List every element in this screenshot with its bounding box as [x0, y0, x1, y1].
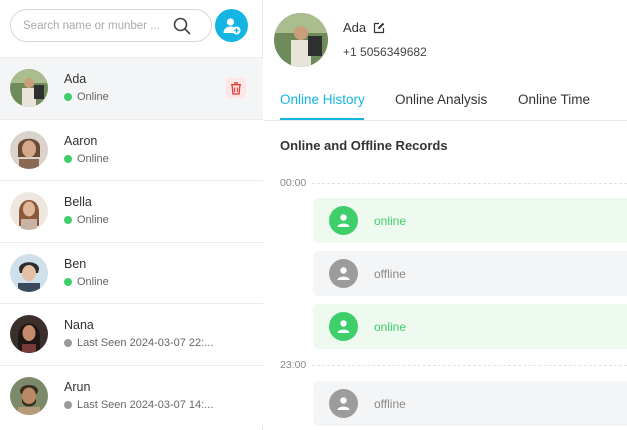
record-item: offline	[313, 381, 627, 426]
offline-dot-icon	[64, 339, 72, 347]
add-contact-button[interactable]	[215, 9, 248, 42]
status-text: Online	[77, 275, 109, 288]
contact-status: Online	[64, 91, 109, 103]
contact-item-aaron[interactable]: Aaron Online	[0, 118, 263, 180]
record-label: online	[374, 213, 407, 228]
status-text: Last Seen 2024-03-07 22:...	[77, 337, 214, 349]
section-title: Online and Offline Records	[280, 138, 448, 153]
contact-item-nana[interactable]: Nana Last Seen 2024-03-07 22:...	[0, 303, 263, 365]
online-dot-icon	[64, 154, 72, 163]
offline-dot-icon	[64, 400, 72, 409]
contact-name: Nana	[64, 318, 94, 332]
contact-name: Ada	[64, 72, 87, 86]
avatar	[10, 69, 48, 107]
trash-icon	[231, 82, 241, 95]
contact-item-bella[interactable]: Bella Online	[0, 180, 263, 242]
delete-button[interactable]	[226, 78, 246, 98]
user-status-icon	[329, 312, 358, 341]
search-box	[10, 9, 212, 42]
status-text: Online	[77, 91, 109, 103]
detail-panel: Ada +1 5056349682 Online History Online …	[264, 0, 627, 430]
online-dot-icon	[64, 277, 72, 286]
add-user-icon	[223, 17, 240, 34]
contact-status: Online	[64, 214, 109, 226]
user-status-icon	[329, 206, 358, 235]
online-dot-icon	[64, 93, 72, 101]
time-divider	[312, 183, 627, 184]
record-label: offline	[374, 396, 406, 411]
contact-status: Last Seen 2024-03-07 22:...	[64, 337, 213, 349]
tab-bar: Online History Online Analysis Online Ti…	[264, 86, 627, 121]
tab-online-time[interactable]: Online Time	[518, 92, 590, 107]
online-dot-icon	[64, 216, 72, 224]
record-item: offline	[313, 251, 627, 296]
avatar	[10, 130, 48, 169]
contact-status: Last Seen 2024-03-07 14:...	[64, 399, 213, 411]
contacts-panel: Ada Online	[0, 0, 263, 430]
avatar	[10, 315, 48, 353]
time-label: 23:00	[280, 359, 307, 371]
contact-item-ada[interactable]: Ada Online	[0, 57, 263, 119]
status-text: Last Seen 2024-03-07 14:...	[77, 398, 214, 411]
active-tab-indicator	[280, 118, 364, 120]
status-text: Online	[77, 152, 109, 165]
contact-name: Bella	[64, 195, 92, 209]
contact-list: Ada Online Aaron Online Bella Online Ben…	[0, 57, 263, 426]
record-item: online	[313, 198, 627, 243]
contact-name: Ben	[64, 256, 87, 271]
contact-status: Online	[64, 153, 109, 165]
user-status-icon	[329, 389, 358, 418]
status-text: Online	[77, 214, 109, 226]
profile-name: Ada	[343, 20, 385, 35]
time-divider	[312, 365, 627, 366]
profile-name-text: Ada	[343, 20, 367, 35]
profile-phone: +1 5056349682	[343, 45, 427, 59]
avatar	[10, 376, 48, 415]
contact-name: Aaron	[64, 133, 98, 148]
contact-item-arun[interactable]: Arun Last Seen 2024-03-07 14:...	[0, 364, 263, 426]
tab-online-analysis[interactable]: Online Analysis	[395, 92, 487, 107]
contact-status: Online	[64, 276, 109, 288]
record-item: online	[313, 304, 627, 349]
record-label: online	[374, 319, 407, 334]
profile-avatar	[274, 13, 328, 67]
avatar	[10, 192, 48, 230]
user-status-icon	[329, 259, 358, 288]
search-input[interactable]	[23, 10, 173, 41]
time-label: 00:00	[280, 177, 307, 189]
record-label: offline	[374, 266, 406, 281]
contact-name: Arun	[64, 379, 91, 394]
tab-online-history[interactable]: Online History	[280, 92, 365, 107]
edit-icon[interactable]	[373, 22, 385, 34]
contact-item-ben[interactable]: Ben Online	[0, 241, 263, 303]
search-icon[interactable]	[173, 17, 191, 35]
avatar	[10, 253, 48, 292]
